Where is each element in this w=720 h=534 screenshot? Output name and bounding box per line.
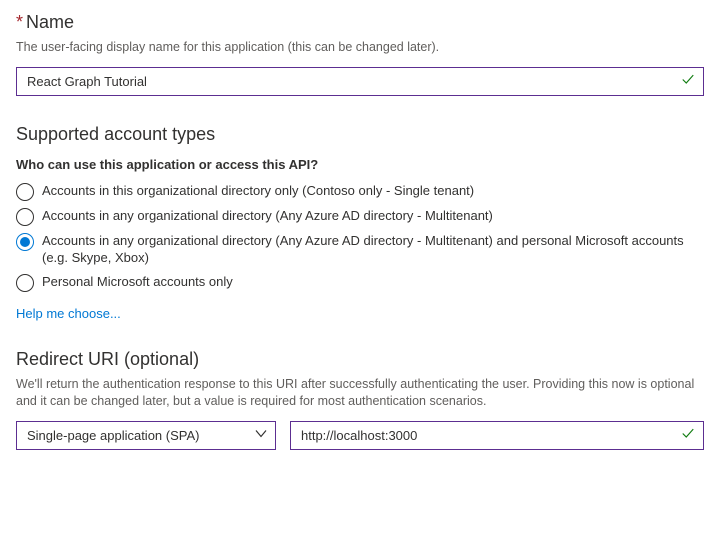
checkmark-icon	[681, 73, 695, 90]
radio-label: Accounts in this organizational director…	[42, 182, 474, 200]
radio-icon	[16, 274, 34, 292]
name-section: *Name The user-facing display name for t…	[16, 12, 704, 96]
redirect-section: Redirect URI (optional) We'll return the…	[16, 349, 704, 450]
account-type-option-0[interactable]: Accounts in this organizational director…	[16, 182, 704, 201]
radio-label: Accounts in any organizational directory…	[42, 207, 493, 225]
account-types-question: Who can use this application or access t…	[16, 157, 704, 172]
radio-label: Personal Microsoft accounts only	[42, 273, 233, 291]
account-types-radio-group: Accounts in this organizational director…	[16, 182, 704, 292]
redirect-row: Single-page application (SPA)	[16, 421, 704, 450]
checkmark-icon	[681, 427, 695, 444]
redirect-heading: Redirect URI (optional)	[16, 349, 704, 370]
account-type-option-3[interactable]: Personal Microsoft accounts only	[16, 273, 704, 292]
account-type-option-1[interactable]: Accounts in any organizational directory…	[16, 207, 704, 226]
required-indicator: *	[16, 12, 23, 32]
account-types-section: Supported account types Who can use this…	[16, 124, 704, 321]
name-heading: *Name	[16, 12, 704, 33]
name-input[interactable]	[27, 74, 673, 89]
name-title-text: Name	[26, 12, 74, 32]
redirect-description: We'll return the authentication response…	[16, 376, 704, 411]
radio-icon	[16, 208, 34, 226]
radio-icon	[16, 183, 34, 201]
platform-select-value: Single-page application (SPA)	[27, 428, 199, 443]
redirect-uri-input[interactable]	[301, 428, 673, 443]
radio-icon	[16, 233, 34, 251]
chevron-down-icon	[255, 428, 267, 443]
name-input-container[interactable]	[16, 67, 704, 96]
help-me-choose-link[interactable]: Help me choose...	[16, 306, 121, 321]
platform-select[interactable]: Single-page application (SPA)	[16, 421, 276, 450]
account-types-heading: Supported account types	[16, 124, 704, 145]
radio-label: Accounts in any organizational directory…	[42, 232, 704, 267]
redirect-uri-input-container[interactable]	[290, 421, 704, 450]
account-type-option-2[interactable]: Accounts in any organizational directory…	[16, 232, 704, 267]
name-description: The user-facing display name for this ap…	[16, 39, 704, 57]
